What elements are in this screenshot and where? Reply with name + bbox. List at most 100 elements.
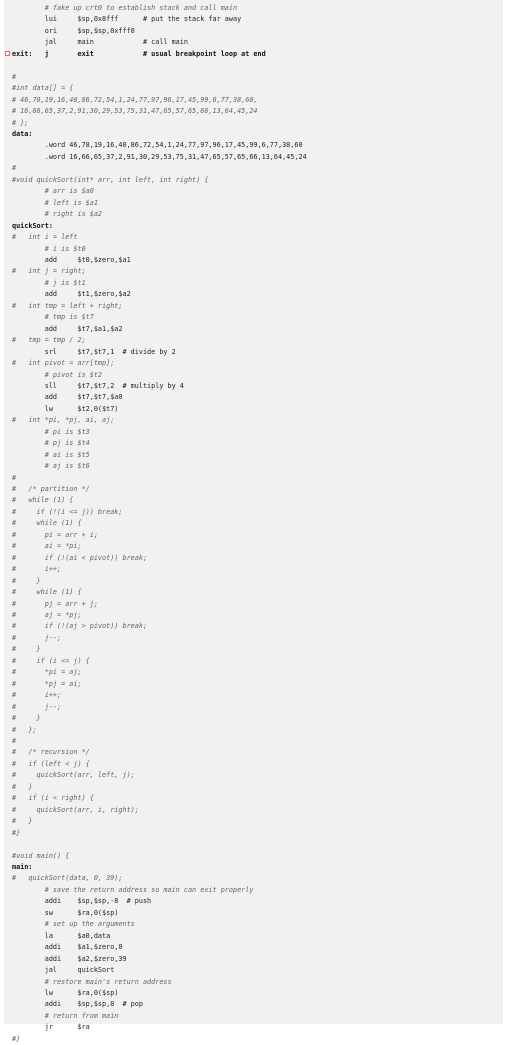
code-line[interactable]: addi $sp,$sp,-8 # push	[12, 896, 307, 907]
code-line[interactable]: # i++;	[12, 564, 307, 575]
code-line[interactable]: # };	[12, 725, 307, 736]
code-line[interactable]: # pj = arr + j;	[12, 599, 307, 610]
code-line[interactable]: main:	[12, 862, 307, 873]
code-line[interactable]: .word 46,78,19,16,40,86,72,54,1,24,77,97…	[12, 140, 307, 151]
code-line[interactable]: # }	[12, 576, 307, 587]
code-line[interactable]: # int *pi, *pj, ai, aj;	[12, 415, 307, 426]
code-line[interactable]: # restore main's return address	[12, 977, 307, 988]
code-line[interactable]: # tmp = tmp / 2;	[12, 335, 307, 346]
code-line[interactable]: sw $ra,0($sp)	[12, 908, 307, 919]
code-line[interactable]: # right is $a2	[12, 209, 307, 220]
code-line[interactable]: # j--;	[12, 702, 307, 713]
code-line[interactable]: # if (!(i <= j)) break;	[12, 507, 307, 518]
code-line[interactable]: lui $sp,0x8fff # put the stack far away	[12, 14, 307, 25]
code-line[interactable]: jr $ra	[12, 1022, 307, 1033]
code-line[interactable]: # if (i <= j) {	[12, 656, 307, 667]
code-line[interactable]: # i++;	[12, 690, 307, 701]
code-line[interactable]: # pi = arr + i;	[12, 530, 307, 541]
code-line[interactable]: #	[12, 473, 307, 484]
code-line[interactable]: #int data[] = {	[12, 83, 307, 94]
code-text: exit: j exit # usual breakpoint loop at …	[12, 49, 266, 58]
code-line[interactable]: quickSort:	[12, 221, 307, 232]
code-line[interactable]: # arr is $a0	[12, 186, 307, 197]
code-line[interactable]: # int pivot = arr[tmp];	[12, 358, 307, 369]
code-editor[interactable]: # fake up crt0 to establish stack and ca…	[4, 0, 503, 1043]
code-line[interactable]: # 16,66,65,37,2,91,30,29,53,75,31,47,65,…	[12, 106, 307, 117]
code-line[interactable]: # *pj = ai;	[12, 679, 307, 690]
code-line[interactable]: add $t7,$t7,$a0	[12, 392, 307, 403]
code-line[interactable]: # quickSort(data, 0, 39);	[12, 873, 307, 884]
code-line[interactable]: # }	[12, 644, 307, 655]
code-line[interactable]: sll $t7,$t7,2 # multiply by 4	[12, 381, 307, 392]
code-line[interactable]: # left is $a1	[12, 198, 307, 209]
code-line[interactable]: #}	[12, 1034, 307, 1045]
code-line[interactable]: # int i = left	[12, 232, 307, 243]
code-line[interactable]: # tmp is $t7	[12, 312, 307, 323]
code-line[interactable]: # aj is $t6	[12, 461, 307, 472]
breakpoint-marker-icon[interactable]	[5, 50, 10, 56]
code-line[interactable]: # return from main	[12, 1011, 307, 1022]
source-listing[interactable]: # fake up crt0 to establish stack and ca…	[5, 3, 307, 1045]
code-line-breakpoint[interactable]: exit: j exit # usual breakpoint loop at …	[5, 49, 307, 60]
code-line[interactable]: # fake up crt0 to establish stack and ca…	[12, 3, 307, 14]
code-line[interactable]: # pivot is $t2	[12, 370, 307, 381]
code-line[interactable]	[12, 839, 307, 850]
code-text: #void quickSort(int* arr, int left, int …	[12, 175, 209, 184]
code-line[interactable]: addi $a2,$zero,39	[12, 954, 307, 965]
code-text: # pj = arr + j;	[12, 599, 98, 608]
code-line[interactable]: # if (left < j) {	[12, 759, 307, 770]
code-line[interactable]: # }	[12, 713, 307, 724]
code-line[interactable]: lw $t2,0($t7)	[12, 404, 307, 415]
code-line[interactable]: #	[12, 72, 307, 83]
code-line[interactable]: #	[12, 163, 307, 174]
code-line[interactable]: data:	[12, 129, 307, 140]
code-line[interactable]: addi $sp,$sp,8 # pop	[12, 999, 307, 1010]
code-line[interactable]: #void quickSort(int* arr, int left, int …	[12, 175, 307, 186]
code-text: #	[12, 164, 17, 173]
code-line[interactable]: # int tmp = left + right;	[12, 301, 307, 312]
code-line[interactable]: # ai = *pi;	[12, 541, 307, 552]
code-line[interactable]: # };	[12, 118, 307, 129]
code-line[interactable]: ori $sp,$sp,0xfff0	[12, 26, 307, 37]
code-line[interactable]: # }	[12, 816, 307, 827]
code-line[interactable]: # j--;	[12, 633, 307, 644]
code-line[interactable]: # ai is $t5	[12, 450, 307, 461]
code-line[interactable]: # if (i < right) {	[12, 793, 307, 804]
code-line[interactable]: lw $ra,0($sp)	[12, 988, 307, 999]
code-line[interactable]: # set up the arguments	[12, 919, 307, 930]
code-line[interactable]: # while (1) {	[12, 587, 307, 598]
code-line[interactable]: add $t7,$a1,$a2	[12, 324, 307, 335]
code-line[interactable]: # if (!(aj > pivot)) break;	[12, 621, 307, 632]
code-line[interactable]: # quickSort(arr, left, j);	[12, 770, 307, 781]
code-line[interactable]: jal quickSort	[12, 965, 307, 976]
code-line[interactable]: # *pi = aj;	[12, 667, 307, 678]
code-line[interactable]: .word 16,66,65,37,2,91,30,29,53,75,31,47…	[12, 152, 307, 163]
code-line[interactable]: # save the return address so main can ex…	[12, 885, 307, 896]
code-line[interactable]: la $a0,data	[12, 931, 307, 942]
code-line[interactable]: add $t1,$zero,$a2	[12, 289, 307, 300]
code-line[interactable]: # /* recursion */	[12, 747, 307, 758]
code-line[interactable]: # quickSort(arr, i, right);	[12, 805, 307, 816]
code-text: # int tmp = left + right;	[12, 301, 123, 310]
code-line[interactable]: # aj = *pj;	[12, 610, 307, 621]
code-line[interactable]: addi $a1,$zero,0	[12, 942, 307, 953]
code-line[interactable]: # int j = right;	[12, 266, 307, 277]
code-line[interactable]: #	[12, 736, 307, 747]
code-line[interactable]: add $t0,$zero,$a1	[12, 255, 307, 266]
code-line[interactable]: # pj is $t4	[12, 438, 307, 449]
code-line[interactable]: jal main # call main	[12, 37, 307, 48]
code-line[interactable]	[12, 60, 307, 71]
code-line[interactable]: # while (1) {	[12, 495, 307, 506]
code-text: # return from main	[12, 1011, 119, 1020]
code-line[interactable]: srl $t7,$t7,1 # divide by 2	[12, 347, 307, 358]
code-line[interactable]: # if (!(ai < pivot)) break;	[12, 553, 307, 564]
code-line[interactable]: # while (1) {	[12, 518, 307, 529]
code-line[interactable]: #}	[12, 828, 307, 839]
code-line[interactable]: # i is $t0	[12, 244, 307, 255]
code-line[interactable]: # /* partition */	[12, 484, 307, 495]
code-line[interactable]: # j is $t1	[12, 278, 307, 289]
code-line[interactable]: # }	[12, 782, 307, 793]
code-line[interactable]: #void main() {	[12, 851, 307, 862]
code-line[interactable]: # pi is $t3	[12, 427, 307, 438]
code-line[interactable]: # 46,78,19,16,40,86,72,54,1,24,77,97,96,…	[12, 95, 307, 106]
